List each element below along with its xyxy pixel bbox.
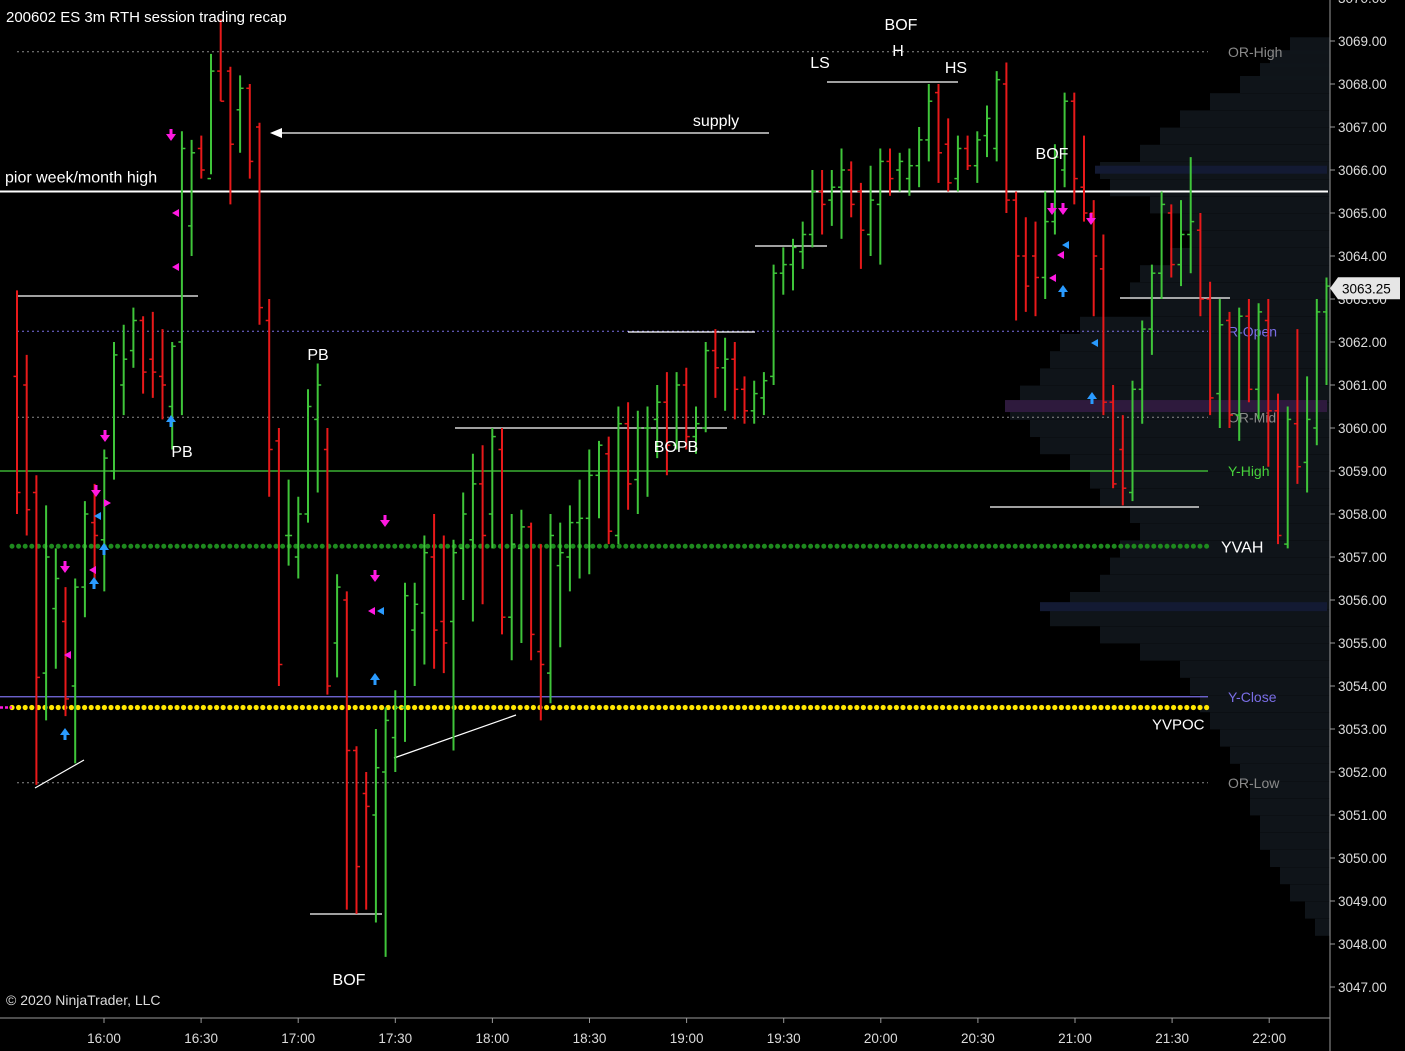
chart-title: 200602 ES 3m RTH session trading recap	[6, 9, 287, 26]
level-label-yvpoc: YVPOC	[1152, 717, 1205, 734]
time-tick-label: 19:00	[670, 1031, 704, 1046]
price-tick-label: 3062.00	[1338, 335, 1387, 350]
price-tick-label: 3069.00	[1338, 34, 1387, 49]
annotation-bof: BOF	[333, 972, 366, 989]
price-tick-label: 3048.00	[1338, 937, 1387, 952]
price-tick-label: 3061.00	[1338, 378, 1387, 393]
price-tick-label: 3070.00	[1338, 0, 1387, 6]
price-tick-label: 3060.00	[1338, 421, 1387, 436]
price-tick-label: 3054.00	[1338, 679, 1387, 694]
annotation-hs: HS	[945, 60, 967, 77]
time-tick-label: 20:00	[864, 1031, 898, 1046]
price-tick-label: 3057.00	[1338, 550, 1387, 565]
annotation-bopb: BOPB	[654, 439, 698, 456]
annotation-bof: BOF	[1036, 146, 1069, 163]
price-tick-label: 3055.00	[1338, 636, 1387, 651]
price-tick-label: 3059.00	[1338, 464, 1387, 479]
price-tick-label: 3066.00	[1338, 163, 1387, 178]
annotation-ls: LS	[810, 55, 830, 72]
level-label-y-close: Y-Close	[1228, 689, 1277, 705]
annotation-supply: supply	[693, 113, 739, 130]
price-tick-label: 3052.00	[1338, 765, 1387, 780]
annotation-h: H	[892, 43, 904, 60]
annotation-pb: PB	[307, 347, 328, 364]
copyright-label: © 2020 NinjaTrader, LLC	[6, 992, 161, 1008]
level-label-r-open: R-Open	[1228, 323, 1277, 339]
price-tick-label: 3064.00	[1338, 249, 1387, 264]
time-tick-label: 21:30	[1155, 1031, 1189, 1046]
price-tick-label: 3049.00	[1338, 894, 1387, 909]
time-tick-label: 16:30	[184, 1031, 218, 1046]
price-tick-label: 3051.00	[1338, 808, 1387, 823]
price-tick-label: 3068.00	[1338, 77, 1387, 92]
level-label-pior-week-month-high: pior week/month high	[5, 170, 157, 187]
time-tick-label: 22:00	[1252, 1031, 1286, 1046]
price-tick-label: 3065.00	[1338, 206, 1387, 221]
level-label-y-high: Y-High	[1228, 463, 1270, 479]
time-tick-label: 18:00	[476, 1031, 510, 1046]
annotation-bof: BOF	[885, 17, 918, 34]
price-tick-label: 3067.00	[1338, 120, 1387, 135]
level-label-or-high: OR-High	[1228, 44, 1282, 60]
time-tick-label: 18:30	[573, 1031, 607, 1046]
last-price-label: 3063.25	[1342, 281, 1391, 296]
price-tick-label: 3047.00	[1338, 980, 1387, 995]
time-tick-label: 19:30	[767, 1031, 801, 1046]
price-tick-label: 3058.00	[1338, 507, 1387, 522]
time-tick-label: 16:00	[87, 1031, 121, 1046]
annotation-pb: PB	[171, 444, 192, 461]
level-label-or-low: OR-Low	[1228, 775, 1280, 791]
level-label-yvah: YVAH	[1221, 539, 1263, 556]
time-tick-label: 17:00	[281, 1031, 315, 1046]
time-tick-label: 21:00	[1058, 1031, 1092, 1046]
price-tick-label: 3050.00	[1338, 851, 1387, 866]
chart-canvas: OR-Highpior week/month highR-OpenOR-MidY…	[0, 0, 1405, 1051]
time-tick-label: 17:30	[378, 1031, 412, 1046]
time-tick-label: 20:30	[961, 1031, 995, 1046]
price-tick-label: 3053.00	[1338, 722, 1387, 737]
price-tick-label: 3056.00	[1338, 593, 1387, 608]
